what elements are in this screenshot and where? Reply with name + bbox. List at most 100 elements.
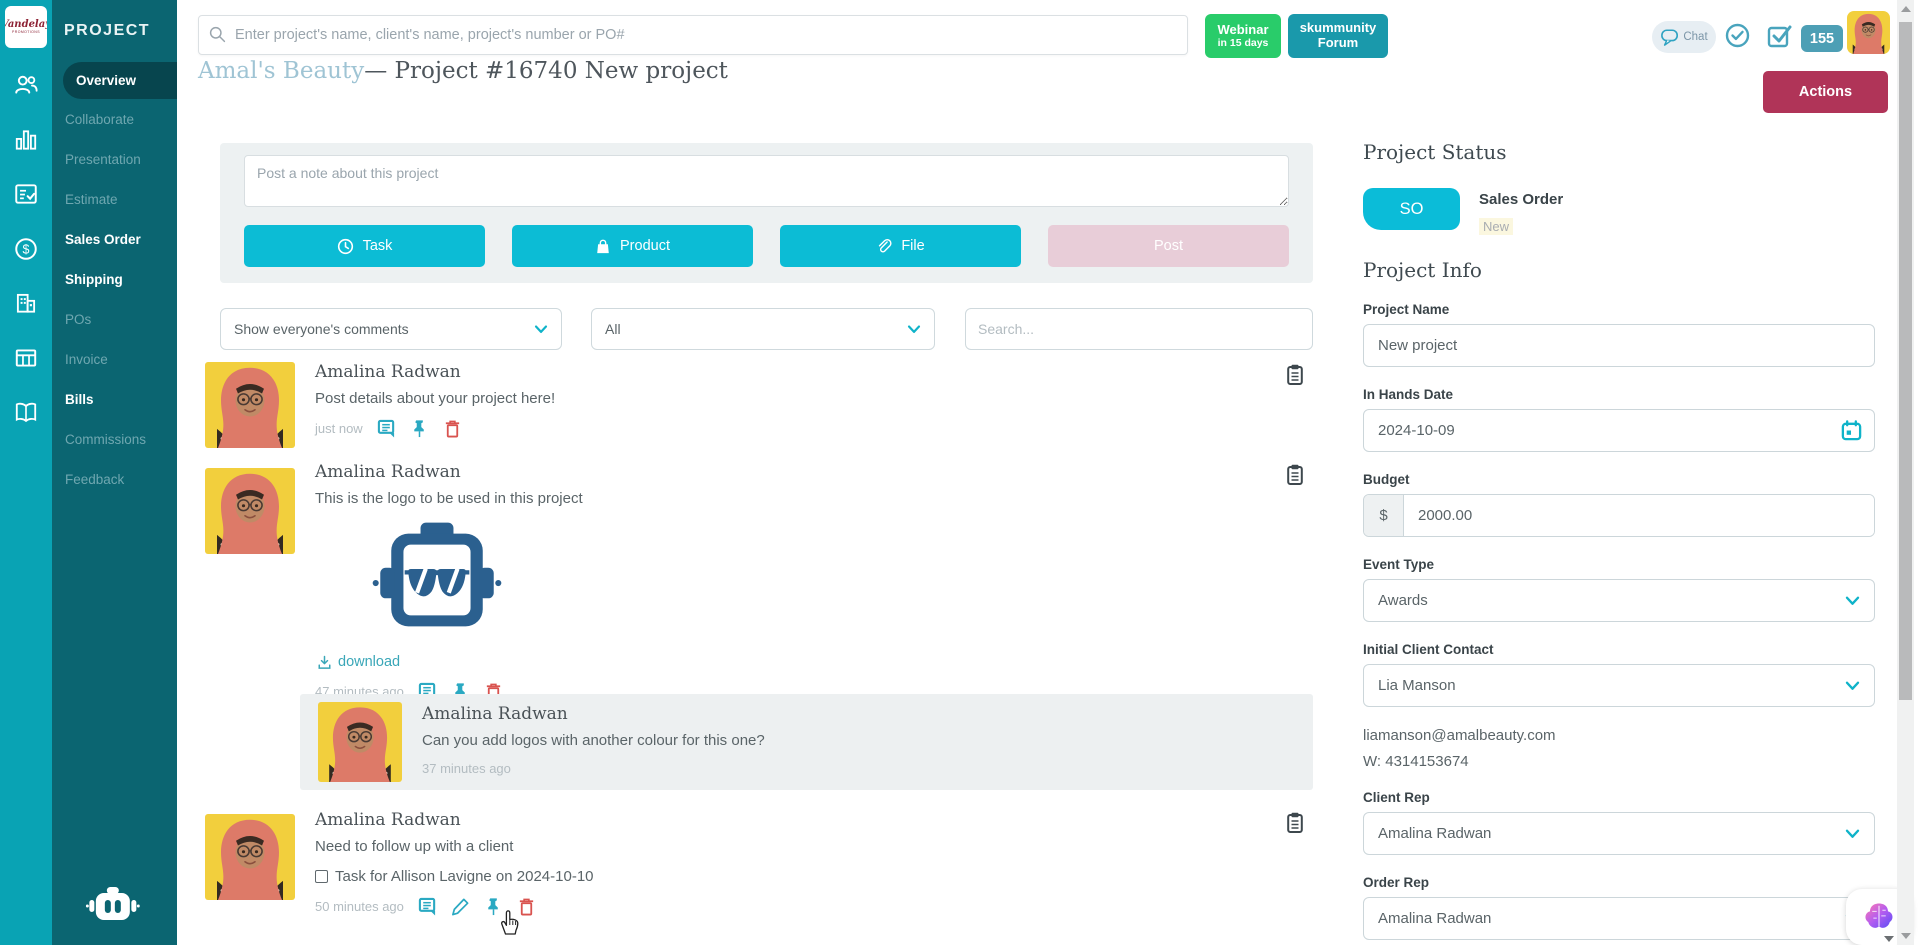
- sidebar-title: PROJECT: [52, 0, 177, 40]
- avatar[interactable]: [318, 702, 402, 782]
- sidebar-item-overview[interactable]: Overview: [63, 62, 177, 99]
- feed-filters: Show everyone's comments All: [220, 308, 1313, 350]
- project-name-input[interactable]: [1363, 324, 1875, 367]
- webinar-button[interactable]: Webinar in 15 days: [1205, 14, 1281, 58]
- paperclip-icon: [876, 238, 892, 255]
- notification-count-badge[interactable]: 155: [1801, 25, 1843, 52]
- currency-prefix: $: [1364, 495, 1404, 536]
- initial-contact-label: Initial Client Contact: [1363, 642, 1875, 657]
- chat-label: Chat: [1683, 31, 1707, 43]
- note-textarea[interactable]: [244, 155, 1289, 207]
- avatar[interactable]: [205, 468, 295, 554]
- sidebar-item-commissions[interactable]: Commissions: [52, 419, 177, 459]
- compose-note-card: Task Product File Post: [220, 143, 1313, 283]
- people-icon[interactable]: [0, 58, 52, 113]
- task-button[interactable]: Task: [244, 225, 485, 267]
- company-logo-subtext: PROMOTIONS: [12, 30, 40, 34]
- clipboard-icon[interactable]: [1287, 464, 1303, 485]
- status-heading: Project Status: [1363, 140, 1875, 164]
- event-type-select[interactable]: Awards: [1363, 579, 1875, 622]
- global-search: [198, 15, 1188, 55]
- pin-icon[interactable]: [484, 897, 503, 916]
- icon-rail: Vandelay PROMOTIONS $: [0, 0, 52, 945]
- status-name: Sales Order: [1479, 191, 1563, 208]
- reply-comment-icon[interactable]: [418, 897, 437, 916]
- sidebar-item-sales-order[interactable]: Sales Order: [52, 219, 177, 259]
- comment-time: 37 minutes ago: [422, 761, 511, 776]
- in-hands-date-input[interactable]: [1363, 409, 1875, 452]
- sidebar-item-estimate[interactable]: Estimate: [52, 179, 177, 219]
- project-title-text: — Project #16740 New project: [364, 58, 728, 84]
- actions-button[interactable]: Actions: [1763, 71, 1888, 113]
- search-input[interactable]: [198, 15, 1188, 55]
- order-rep-select[interactable]: Amalina Radwan: [1363, 897, 1875, 940]
- client-name-link[interactable]: Amal's Beauty: [198, 58, 364, 84]
- comment-author[interactable]: Amalina Radwan: [422, 704, 1313, 724]
- task-text: Task for Allison Lavigne on 2024-10-10: [335, 868, 594, 885]
- avatar[interactable]: [205, 362, 295, 448]
- reminders-clock-icon[interactable]: [1724, 22, 1751, 49]
- type-filter-select[interactable]: All: [591, 308, 935, 350]
- scrollbar-thumb[interactable]: [1899, 22, 1912, 700]
- attached-logo-image[interactable]: [331, 519, 543, 641]
- client-rep-select[interactable]: Amalina Radwan: [1363, 812, 1875, 855]
- table-icon[interactable]: [0, 331, 52, 386]
- checklist-icon[interactable]: [0, 167, 52, 222]
- download-link[interactable]: download: [317, 654, 1313, 670]
- post-button[interactable]: Post: [1048, 225, 1289, 267]
- tasks-checkbox-icon[interactable]: [1766, 22, 1793, 49]
- book-icon[interactable]: [0, 385, 52, 440]
- chat-button[interactable]: Chat: [1652, 21, 1716, 53]
- trash-icon[interactable]: [517, 897, 536, 916]
- comment-text: Can you add logos with another colour fo…: [422, 732, 1313, 749]
- bar-chart-icon[interactable]: [0, 113, 52, 168]
- product-button[interactable]: Product: [512, 225, 753, 267]
- sidebar-item-pos[interactable]: POs: [52, 299, 177, 339]
- building-icon[interactable]: [0, 276, 52, 331]
- contact-email: liamanson@amalbeauty.com: [1363, 727, 1875, 744]
- widget-caret-icon[interactable]: [1884, 936, 1894, 942]
- comment-author[interactable]: Amalina Radwan: [315, 362, 1313, 382]
- forum-button[interactable]: skummunity Forum: [1288, 14, 1388, 58]
- feed-search-input[interactable]: [965, 308, 1313, 350]
- scroll-up-arrow[interactable]: [1901, 6, 1911, 12]
- clipboard-icon[interactable]: [1287, 364, 1303, 385]
- dollar-icon[interactable]: $: [0, 222, 52, 277]
- status-stage: New: [1479, 218, 1513, 235]
- sidebar-item-feedback[interactable]: Feedback: [52, 459, 177, 499]
- search-icon: [208, 25, 227, 44]
- sidebar-item-bills[interactable]: Bills: [52, 379, 177, 419]
- budget-input[interactable]: [1404, 495, 1874, 536]
- chevron-down-icon: [1845, 595, 1860, 606]
- pin-icon[interactable]: [410, 419, 429, 438]
- shopping-bag-icon: [595, 238, 611, 255]
- comment-author[interactable]: Amalina Radwan: [315, 462, 1313, 482]
- sidebar-item-invoice[interactable]: Invoice: [52, 339, 177, 379]
- reply-comment-icon[interactable]: [377, 419, 396, 438]
- edit-pencil-icon[interactable]: [451, 897, 470, 916]
- scroll-down-arrow[interactable]: [1901, 933, 1911, 939]
- avatar[interactable]: [205, 814, 295, 900]
- calendar-icon[interactable]: [1840, 419, 1863, 442]
- comments-filter-select[interactable]: Show everyone's comments: [220, 308, 562, 350]
- project-panel: Project Status SO Sales Order New Projec…: [1363, 128, 1875, 940]
- comment-time: just now: [315, 421, 363, 436]
- trash-icon[interactable]: [443, 419, 462, 438]
- comment-item: Amalina Radwan Need to follow up with a …: [205, 810, 1313, 916]
- sidebar-item-collaborate[interactable]: Collaborate: [52, 99, 177, 139]
- comment-time: 50 minutes ago: [315, 899, 404, 914]
- comment-author[interactable]: Amalina Radwan: [315, 810, 1313, 830]
- company-logo[interactable]: Vandelay PROMOTIONS: [5, 6, 47, 48]
- file-button[interactable]: File: [780, 225, 1021, 267]
- event-type-label: Event Type: [1363, 557, 1875, 572]
- comment-item: Amalina Radwan Post details about your p…: [205, 362, 1313, 438]
- initial-contact-select[interactable]: Lia Manson: [1363, 664, 1875, 707]
- status-badge[interactable]: SO: [1363, 188, 1460, 230]
- project-nav: Overview Collaborate Presentation Estima…: [52, 62, 177, 499]
- user-avatar[interactable]: [1847, 11, 1890, 54]
- sidebar-item-presentation[interactable]: Presentation: [52, 139, 177, 179]
- clipboard-icon[interactable]: [1287, 812, 1303, 833]
- chevron-down-icon: [1845, 680, 1860, 691]
- sidebar-item-shipping[interactable]: Shipping: [52, 259, 177, 299]
- task-checkbox[interactable]: [315, 870, 328, 883]
